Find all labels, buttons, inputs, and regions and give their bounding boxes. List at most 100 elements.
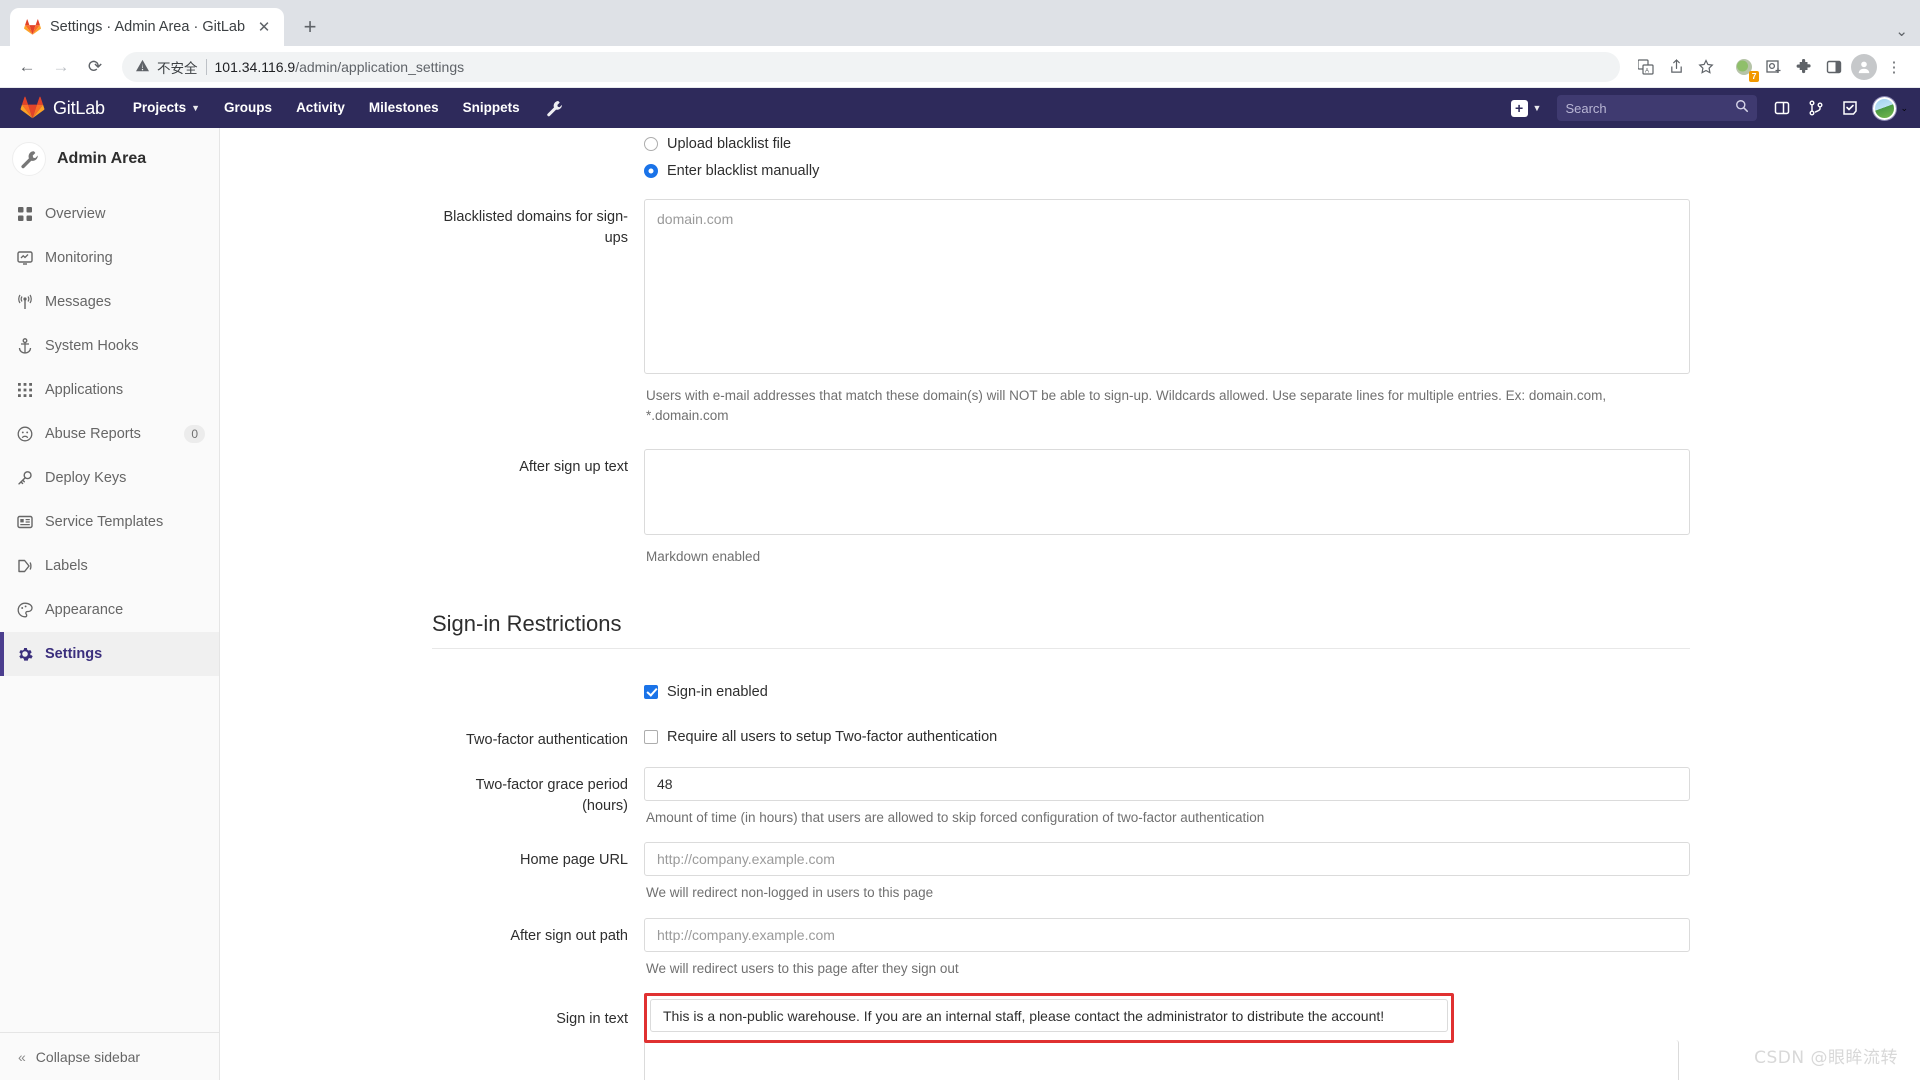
after-signup-text-help: Markdown enabled xyxy=(646,549,761,565)
sidebar-item-messages[interactable]: Messages xyxy=(0,280,219,324)
extension-badge-icon[interactable]: 7 xyxy=(1730,53,1759,82)
palette-icon xyxy=(16,602,33,619)
bookmark-star-icon[interactable] xyxy=(1692,53,1720,81)
sidebar-item-abuse-reports[interactable]: Abuse Reports 0 xyxy=(0,412,219,456)
two-factor-label: Two-factor authentication xyxy=(465,731,628,748)
admin-wrench-icon[interactable] xyxy=(546,100,563,117)
create-new-button[interactable]: + ▼ xyxy=(1505,99,1548,117)
security-status-label: 不安全 xyxy=(157,60,198,76)
url-path: /admin/application_settings xyxy=(295,58,465,75)
sidepanel-icon[interactable] xyxy=(1820,53,1848,81)
sidebar-title: Admin Area xyxy=(57,150,147,167)
browser-tab[interactable]: Settings · Admin Area · GitLab ✕ xyxy=(10,8,285,46)
blacklist-mode-spacer xyxy=(430,128,644,184)
screenshot-icon[interactable] xyxy=(1760,53,1788,81)
blacklisted-domains-field: Users with e-mail addresses that match t… xyxy=(644,197,1690,425)
chevron-down-icon: ▼ xyxy=(1532,103,1542,113)
hook-anchor-icon xyxy=(16,338,33,355)
sidebar-item-appearance[interactable]: Appearance xyxy=(0,588,219,632)
radio-button[interactable] xyxy=(644,136,658,151)
sidebar-item-applications[interactable]: Applications xyxy=(0,368,219,412)
navbar-links: Projects ▼ Groups Activity Milestones Sn… xyxy=(121,88,532,128)
sign-in-text-input[interactable] xyxy=(650,999,1448,1033)
after-signup-text-input[interactable] xyxy=(644,449,1690,536)
radio-enter-blacklist-manually[interactable]: Enter blacklist manually xyxy=(644,157,1690,184)
checkbox[interactable] xyxy=(644,684,658,699)
blacklisted-domains-label: Blacklisted domains for sign-ups xyxy=(443,209,628,247)
address-bar[interactable]: 不安全 101.34.116.9/admin/application_setti… xyxy=(122,51,1620,82)
plus-icon: + xyxy=(1510,99,1528,117)
search-icon xyxy=(1735,99,1749,118)
settings-content: Upload blacklist file Enter blacklist ma… xyxy=(220,128,1920,1080)
sidebar-item-labels[interactable]: Labels xyxy=(0,544,219,588)
blacklisted-domains-input[interactable] xyxy=(644,199,1690,374)
settings-form: Upload blacklist file Enter blacklist ma… xyxy=(220,128,1920,1080)
gitlab-logo-home-link[interactable]: GitLab xyxy=(12,96,121,120)
sidebar-label: Labels xyxy=(45,558,88,574)
sign-in-text-input-overflow[interactable] xyxy=(644,1040,1679,1080)
sidebar-item-service-templates[interactable]: Service Templates xyxy=(0,500,219,544)
puzzle-extensions-icon[interactable] xyxy=(1790,53,1818,81)
grace-period-field: Amount of time (in hours) that users are… xyxy=(644,765,1690,828)
sign-in-text-row: Sign in text Markdown enabled xyxy=(430,991,1690,1080)
back-button[interactable]: ← xyxy=(12,52,42,82)
sidebar-item-monitoring[interactable]: Monitoring xyxy=(0,236,219,280)
close-tab-icon[interactable]: ✕ xyxy=(254,17,274,37)
profile-avatar-icon[interactable] xyxy=(1850,53,1878,81)
forward-button[interactable]: → xyxy=(46,52,76,82)
new-tab-button[interactable]: + xyxy=(294,11,326,43)
blacklisted-domains-help: Users with e-mail addresses that match t… xyxy=(646,388,1607,423)
signin-enabled-spacer xyxy=(430,675,644,707)
sidebar-item-system-hooks[interactable]: System Hooks xyxy=(0,324,219,368)
share-icon[interactable] xyxy=(1662,53,1690,81)
home-page-url-field: We will redirect non-logged in users to … xyxy=(644,840,1690,903)
grace-period-input[interactable] xyxy=(644,766,1690,801)
nav-activity[interactable]: Activity xyxy=(284,88,357,128)
sidebar-label: Abuse Reports xyxy=(45,426,141,442)
after-signup-text-field: Markdown enabled xyxy=(644,447,1690,567)
applications-dots-icon xyxy=(16,382,33,399)
checkbox[interactable] xyxy=(644,729,658,744)
url-text: 101.34.116.9/admin/application_settings xyxy=(215,59,465,75)
checkbox-signin-enabled[interactable]: Sign-in enabled xyxy=(644,677,1690,707)
translate-icon[interactable]: A xyxy=(1632,53,1660,81)
merge-requests-icon[interactable] xyxy=(1801,93,1831,123)
chevron-down-icon[interactable]: ⌄ xyxy=(1895,22,1908,40)
sidebar-label: Messages xyxy=(45,294,112,310)
home-page-url-input[interactable] xyxy=(644,842,1690,877)
gitlab-favicon-icon xyxy=(24,18,41,36)
collapse-sidebar-button[interactable]: « Collapse sidebar xyxy=(0,1032,219,1080)
nav-snippets[interactable]: Snippets xyxy=(451,88,532,128)
browser-toolbar: ← → ⟳ 不安全 101.34.116.9/admin/application… xyxy=(0,46,1920,88)
checkbox-require-two-factor[interactable]: Require all users to setup Two-factor au… xyxy=(644,722,1690,752)
user-menu-button[interactable]: ⌄ xyxy=(1869,96,1908,120)
sidebar-label: Monitoring xyxy=(45,250,113,266)
sidebar-item-deploy-keys[interactable]: Deploy Keys xyxy=(0,456,219,500)
nav-groups[interactable]: Groups xyxy=(212,88,284,128)
watermark: CSDN @眼眸流转 xyxy=(1754,1048,1898,1068)
reload-button[interactable]: ⟳ xyxy=(80,52,110,82)
issues-icon[interactable] xyxy=(1767,93,1797,123)
signin-enabled-row: Sign-in enabled xyxy=(430,675,1690,707)
after-signout-path-input[interactable] xyxy=(644,917,1690,952)
grace-period-row: Two-factor grace period (hours) Amount o… xyxy=(430,765,1690,828)
radio-button[interactable] xyxy=(644,163,658,178)
sidebar-item-settings[interactable]: Settings xyxy=(0,632,219,676)
chrome-menu-icon[interactable]: ⋮ xyxy=(1880,53,1908,81)
overview-grid-icon xyxy=(16,206,33,223)
broadcast-icon xyxy=(16,294,33,311)
todos-icon[interactable] xyxy=(1835,93,1865,123)
sidebar-label: System Hooks xyxy=(45,338,139,354)
radio-label: Upload blacklist file xyxy=(667,135,792,152)
signin-enabled-field: Sign-in enabled xyxy=(644,675,1690,707)
nav-milestones[interactable]: Milestones xyxy=(357,88,451,128)
blacklist-mode-row: Upload blacklist file Enter blacklist ma… xyxy=(430,128,1690,184)
sidebar-item-overview[interactable]: Overview xyxy=(0,192,219,236)
warning-triangle-icon xyxy=(136,59,149,75)
radio-upload-blacklist[interactable]: Upload blacklist file xyxy=(644,130,1690,157)
abuse-reports-count-badge: 0 xyxy=(184,425,205,443)
nav-projects[interactable]: Projects ▼ xyxy=(121,88,212,128)
search-input[interactable]: Search xyxy=(1557,95,1758,121)
chevron-down-icon: ⌄ xyxy=(1900,102,1908,113)
sidebar-nav: Overview Monitoring Messages System Hook… xyxy=(0,190,219,1032)
